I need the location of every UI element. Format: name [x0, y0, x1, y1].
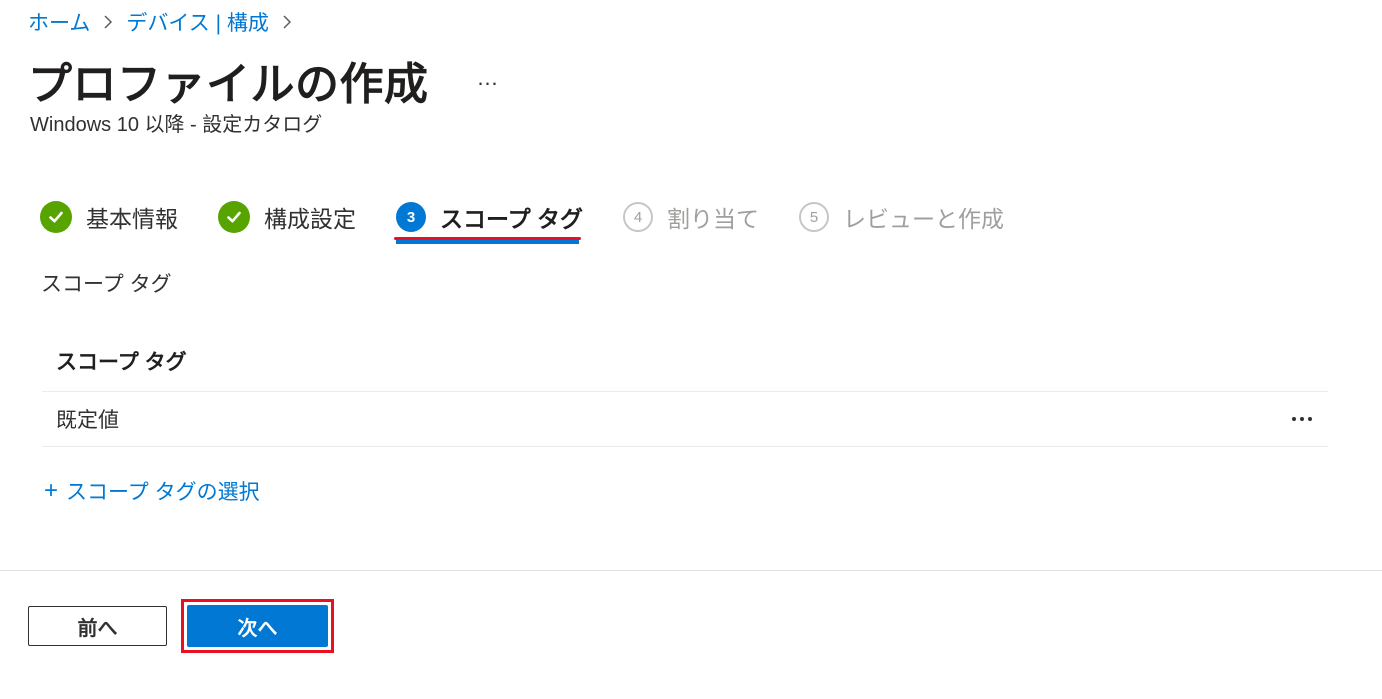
highlight-underline: [394, 237, 582, 240]
page: ホーム デバイス | 構成 プロファイルの作成 … Windows 10 以降 …: [0, 0, 1382, 699]
step-number: 5: [809, 208, 819, 226]
page-subtitle: Windows 10 以降 - 設定カタログ: [30, 114, 323, 136]
next-button[interactable]: 次へ: [187, 605, 328, 647]
plus-icon: +: [44, 477, 59, 504]
title-row: プロファイルの作成 …: [28, 52, 504, 109]
step-assignments[interactable]: 4 割り当て: [623, 194, 759, 240]
step-label: 割り当て: [667, 206, 760, 232]
table-row: 既定値: [42, 392, 1328, 447]
step-label: 構成設定: [264, 206, 356, 232]
step-scope-tags[interactable]: 3 スコープ タグ: [394, 194, 584, 244]
step-configuration-settings[interactable]: 構成設定: [218, 194, 356, 240]
chevron-right-icon: [102, 14, 114, 30]
active-step-indicator: [396, 240, 580, 244]
breadcrumb-home-link[interactable]: ホーム: [28, 7, 90, 37]
row-more-options-icon[interactable]: [1288, 411, 1316, 427]
breadcrumb-device-config-link[interactable]: デバイス | 構成: [126, 7, 269, 37]
step-number: 4: [633, 208, 643, 226]
breadcrumb: ホーム デバイス | 構成: [28, 6, 305, 38]
scope-tags-table: スコープ タグ 既定値: [42, 330, 1328, 447]
step-number-badge: 4: [623, 202, 654, 232]
more-options-button[interactable]: …: [473, 67, 504, 89]
page-title: プロファイルの作成: [28, 60, 429, 109]
step-label: レビューと作成: [843, 206, 1005, 232]
section-heading: スコープ タグ: [41, 273, 172, 296]
checkmark-circle-icon: [218, 201, 250, 233]
step-basics[interactable]: 基本情報: [40, 194, 178, 240]
wizard-stepper: 基本情報 構成設定 3 スコープ タグ 4 割り当て 5 レビューと作成: [40, 194, 1044, 250]
select-scope-tags-label: スコープ タグの選択: [66, 481, 260, 504]
table-cell: 既定値: [56, 409, 119, 432]
select-scope-tags-link[interactable]: + スコープ タグの選択: [44, 476, 260, 506]
step-label: スコープ タグ: [440, 206, 584, 232]
footer-divider: [0, 570, 1382, 571]
checkmark-circle-icon: [40, 201, 72, 233]
chevron-right-icon: [281, 14, 293, 30]
table-header: スコープ タグ: [42, 330, 1328, 392]
step-number: 3: [406, 208, 416, 226]
step-review-create[interactable]: 5 レビューと作成: [799, 194, 1004, 240]
step-number-badge: 5: [799, 202, 830, 232]
previous-button[interactable]: 前へ: [28, 606, 167, 646]
step-number-badge: 3: [396, 202, 426, 232]
step-label: 基本情報: [86, 206, 178, 232]
